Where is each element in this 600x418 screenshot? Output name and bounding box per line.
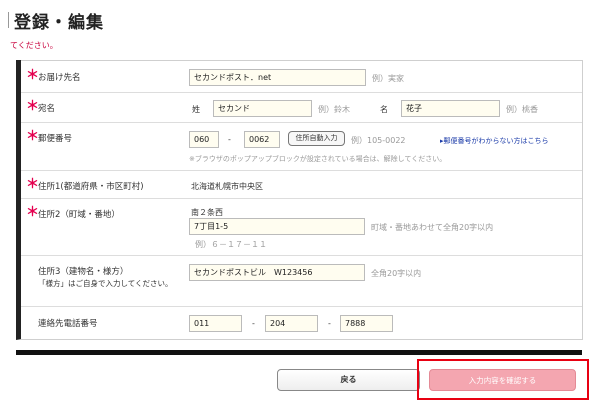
address-autofill-button[interactable]: 住所自動入力 (288, 131, 345, 146)
notice-text: てください。 (10, 41, 58, 50)
row-divider (21, 92, 582, 93)
form-bottom-bar (16, 350, 582, 355)
row-divider (21, 306, 582, 307)
address2-input[interactable]: 7丁目1-5 (189, 218, 365, 235)
row-divider (21, 122, 582, 123)
address3-sub-label: 「様方」はご自身で入力してください。 (38, 279, 173, 288)
phone-label: 連絡先電話番号 (38, 319, 98, 329)
back-button[interactable]: 戻る (277, 369, 420, 391)
phone-separator: - (252, 319, 255, 328)
address3-input[interactable]: セカンドポストビル W123456 (189, 264, 365, 281)
first-name-label: 名 (380, 105, 388, 114)
first-name-input[interactable]: 花子 (401, 100, 500, 117)
row-divider (21, 170, 582, 171)
address2-example: 例）６－１７－１１ (195, 240, 267, 249)
last-name-input[interactable]: セカンド (213, 100, 312, 117)
postal-separator: - (228, 135, 231, 144)
phone-part1-input[interactable]: 011 (189, 315, 242, 332)
postal-code-part2[interactable]: 0062 (244, 131, 280, 148)
postal-example: 例）105-0022 (351, 136, 406, 145)
postal-lookup-link[interactable]: ▸郵便番号がわからない方はこちら (440, 136, 549, 146)
title-accent-bar (8, 12, 9, 28)
name-label: 宛名 (38, 104, 56, 114)
recipient-example: 例）実家 (372, 74, 404, 83)
address1-label: 住所1(都道府県・市区町村) (38, 182, 144, 192)
recipient-input[interactable]: セカンドポスト．net (189, 69, 366, 86)
address2-note: 町域・番地あわせて全角20字以内 (371, 223, 494, 232)
address1-value: 北海道札幌市中央区 (191, 182, 263, 191)
postal-code-part1[interactable]: 060 (189, 131, 219, 148)
phone-part3-input[interactable]: 7888 (340, 315, 393, 332)
phone-part2-input[interactable]: 204 (265, 315, 318, 332)
address2-label: 住所2（町域・番地） (38, 210, 120, 220)
page-title: 登録・編集 (14, 13, 104, 33)
row-divider (21, 255, 582, 256)
last-name-example: 例）鈴木 (318, 105, 350, 114)
postal-label: 郵便番号 (38, 134, 73, 144)
phone-separator: - (328, 319, 331, 328)
recipient-label: お届け先名 (38, 73, 81, 83)
last-name-label: 姓 (192, 105, 200, 114)
popup-block-note: ※ブラウザのポップアップブロックが設定されている場合は、解除してください。 (189, 155, 447, 163)
address2-static-value: 南２条西 (191, 208, 223, 217)
address3-note: 全角20字以内 (371, 269, 422, 278)
row-divider (21, 198, 582, 199)
first-name-example: 例）桃香 (506, 105, 538, 114)
address3-label: 住所3（建物名・様方） (38, 267, 129, 277)
confirm-button[interactable]: 入力内容を確認する (429, 369, 576, 391)
